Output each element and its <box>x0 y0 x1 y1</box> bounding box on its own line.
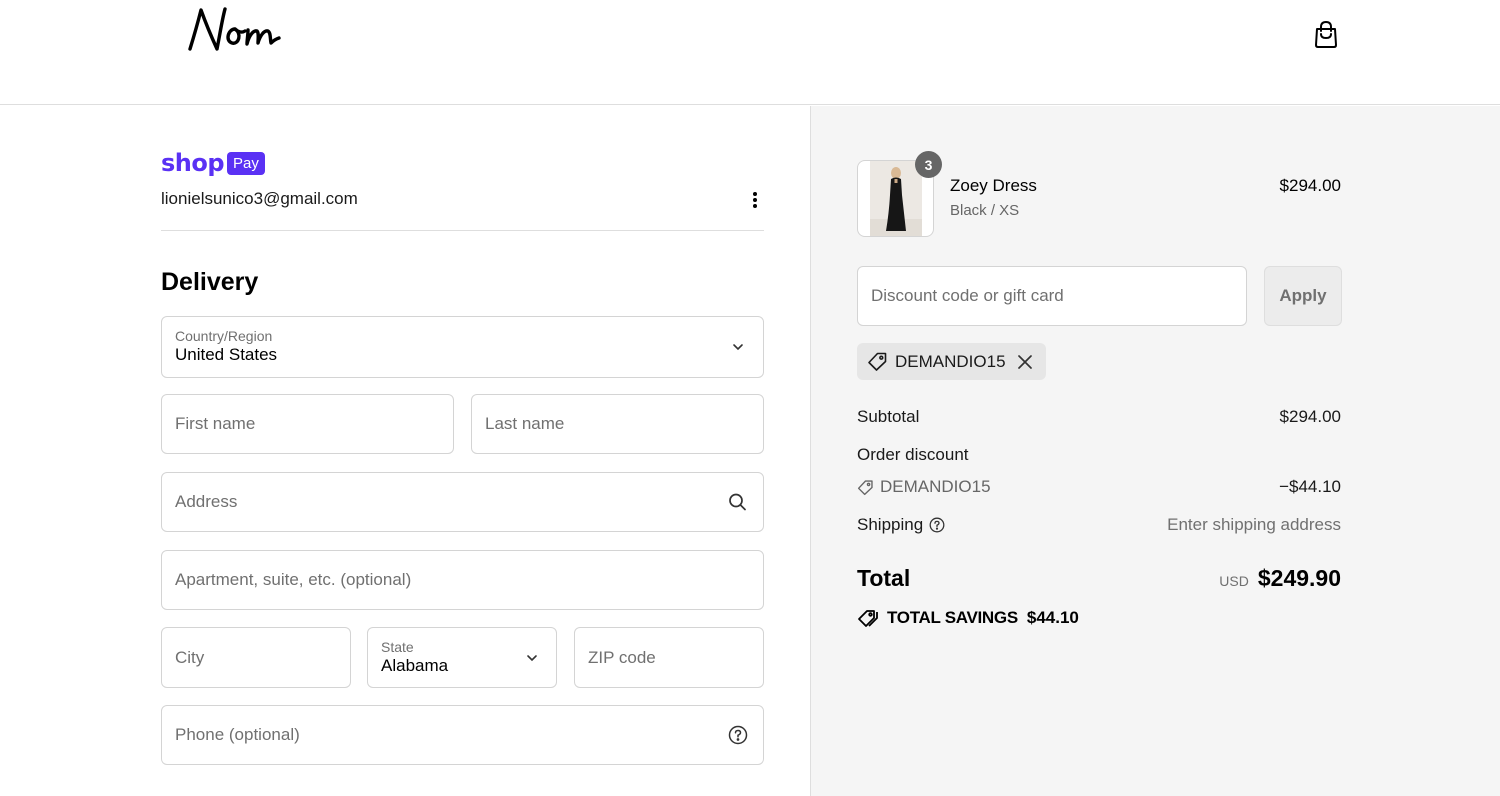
subtotal-value: $294.00 <box>1279 407 1341 426</box>
address-input[interactable]: Address <box>161 472 764 532</box>
total-savings-row: TOTAL SAVINGS $44.10 <box>857 608 1079 628</box>
country-select[interactable]: Country/Region United States <box>161 316 764 378</box>
help-circle-icon[interactable] <box>929 517 945 533</box>
state-label: State <box>381 639 414 655</box>
delivery-heading: Delivery <box>161 268 259 296</box>
shipping-value: Enter shipping address <box>1167 515 1341 534</box>
phone-input[interactable]: Phone (optional) <box>161 705 764 765</box>
shop-pay-logo: shop Pay <box>161 149 265 177</box>
shipping-label: Shipping <box>857 515 924 534</box>
shopping-bag-icon[interactable] <box>1310 18 1342 50</box>
first-name-placeholder: First name <box>175 414 256 433</box>
more-vertical-icon[interactable] <box>745 190 765 210</box>
order-discount-value: −$44.10 <box>1279 477 1341 496</box>
city-placeholder: City <box>175 647 205 667</box>
applied-discount-chip: DEMANDIO15 <box>857 343 1046 380</box>
state-select[interactable]: State Alabama <box>367 627 557 688</box>
zip-placeholder: ZIP code <box>588 647 656 667</box>
shop-pay-pill: Pay <box>227 151 265 175</box>
product-price: $294.00 <box>1279 176 1341 195</box>
address-placeholder: Address <box>175 492 238 511</box>
first-name-input[interactable]: First name <box>161 394 454 454</box>
shop-pay-wordmark: shop <box>161 149 225 177</box>
state-value: Alabama <box>381 656 449 675</box>
order-discount-label: Order discount <box>857 445 969 464</box>
shipping-row-label: Shipping <box>857 515 945 535</box>
tag-icon <box>867 351 888 372</box>
total-label: Total <box>857 565 911 591</box>
total-amount-group: USD $249.90 <box>1219 565 1341 592</box>
quantity-badge: 3 <box>915 151 942 178</box>
apartment-input[interactable]: Apartment, suite, etc. (optional) <box>161 550 764 610</box>
last-name-placeholder: Last name <box>485 414 565 433</box>
phone-placeholder: Phone (optional) <box>175 725 300 744</box>
tag-icon <box>857 479 874 496</box>
order-summary-column: 3 Zoey Dress Black / XS $294.00 Discount… <box>810 106 1500 796</box>
apartment-placeholder: Apartment, suite, etc. (optional) <box>175 570 412 589</box>
account-email: lionielsunico3@gmail.com <box>161 189 358 208</box>
discount-code-input[interactable]: Discount code or gift card <box>857 266 1247 326</box>
total-savings-value: $44.10 <box>1026 608 1079 627</box>
product-name: Zoey Dress <box>950 176 1037 195</box>
order-discount-code: DEMANDIO15 <box>880 477 991 496</box>
city-input[interactable]: City <box>161 627 351 688</box>
chevron-down-icon <box>525 651 539 665</box>
applied-discount-code: DEMANDIO15 <box>895 351 1006 371</box>
account-divider <box>161 230 764 231</box>
search-icon <box>728 493 747 512</box>
zip-input[interactable]: ZIP code <box>574 627 764 688</box>
country-label: Country/Region <box>175 328 273 344</box>
chevron-down-icon <box>731 340 745 354</box>
total-value: $249.90 <box>1257 565 1341 591</box>
apply-discount-button[interactable]: Apply <box>1264 266 1342 326</box>
total-savings-label: TOTAL SAVINGS <box>887 608 1018 627</box>
country-value: United States <box>175 345 278 364</box>
total-currency: USD <box>1219 573 1249 589</box>
checkout-form-column: shop Pay lionielsunico3@gmail.com Delive… <box>0 106 810 796</box>
header <box>0 0 1500 105</box>
subtotal-label: Subtotal <box>857 407 920 426</box>
close-icon[interactable] <box>1017 354 1032 369</box>
help-circle-icon[interactable] <box>728 725 748 745</box>
last-name-input[interactable]: Last name <box>471 394 764 454</box>
product-variant: Black / XS <box>950 202 1020 219</box>
brand-logo[interactable] <box>184 2 300 58</box>
savings-tag-icon <box>857 608 879 628</box>
discount-code-placeholder: Discount code or gift card <box>871 286 1064 305</box>
order-discount-code-row: DEMANDIO15 <box>857 477 991 497</box>
